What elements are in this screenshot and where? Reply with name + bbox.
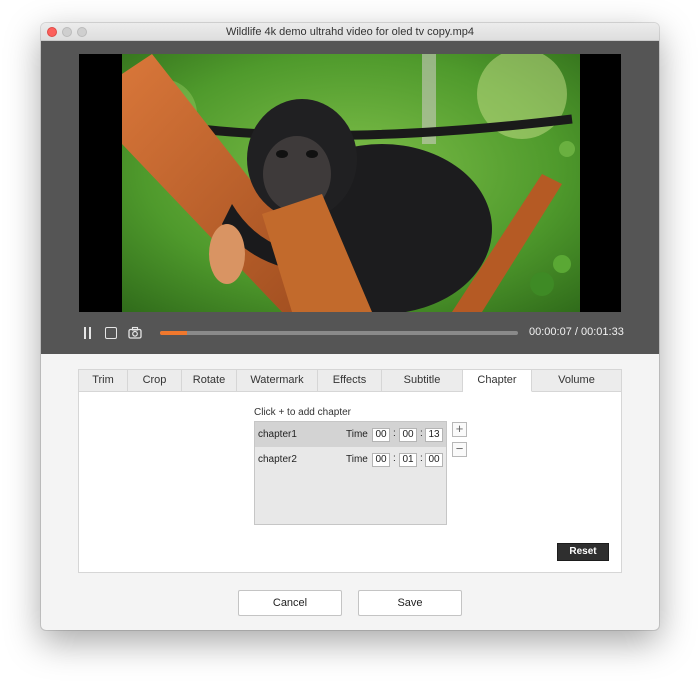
video-player: 00:00:07 / 00:01:33	[41, 41, 659, 354]
close-window-button[interactable]	[47, 27, 57, 37]
chapter-seconds-field[interactable]: 00	[425, 453, 443, 467]
chapter-minutes-field[interactable]: 01	[399, 453, 417, 467]
chapter-name: chapter1	[258, 429, 297, 440]
chapter-name: chapter2	[258, 454, 297, 465]
tab-chapter[interactable]: Chapter	[463, 370, 532, 392]
reset-button[interactable]: Reset	[557, 543, 609, 561]
window-title: Wildlife 4k demo ultrahd video for oled …	[225, 26, 475, 38]
tab-subtitle[interactable]: Subtitle	[382, 370, 463, 392]
tab-rotate[interactable]: Rotate	[182, 370, 237, 392]
tab-trim[interactable]: Trim	[79, 370, 128, 392]
add-chapter-button[interactable]: +	[452, 422, 467, 437]
chapter-row[interactable]: chapter2 Time 00 : 01 : 00	[255, 447, 446, 472]
chapter-hours-field[interactable]: 00	[372, 453, 390, 467]
progress-fill	[160, 331, 187, 335]
title-bar: Wildlife 4k demo ultrahd video for oled …	[41, 23, 659, 41]
time-label: Time	[346, 429, 368, 440]
chapter-row[interactable]: chapter1 Time 00 : 00 : 13	[255, 422, 446, 447]
camera-icon[interactable]	[128, 326, 142, 340]
zoom-window-button[interactable]	[77, 27, 87, 37]
time-label: Time	[346, 454, 368, 465]
playback-controls: 00:00:07 / 00:01:33	[41, 322, 659, 344]
chapter-seconds-field[interactable]: 13	[425, 428, 443, 442]
cancel-button[interactable]: Cancel	[238, 590, 342, 616]
time-display: 00:00:07 / 00:01:33	[529, 326, 624, 338]
save-button[interactable]: Save	[358, 590, 462, 616]
edit-panel: Trim Crop Rotate Watermark Effects Subti…	[78, 369, 622, 573]
tab-volume[interactable]: Volume	[532, 370, 621, 392]
chapter-list: chapter1 Time 00 : 00 : 13 chapter2 Time…	[254, 421, 447, 525]
editor-window: Wildlife 4k demo ultrahd video for oled …	[41, 23, 659, 630]
tab-effects[interactable]: Effects	[318, 370, 382, 392]
remove-chapter-button[interactable]: −	[452, 442, 467, 457]
chapter-hint: Click + to add chapter	[254, 407, 351, 418]
tab-watermark[interactable]: Watermark	[237, 370, 318, 392]
edit-tabs: Trim Crop Rotate Watermark Effects Subti…	[79, 370, 621, 392]
tab-crop[interactable]: Crop	[128, 370, 182, 392]
chapter-hours-field[interactable]: 00	[372, 428, 390, 442]
pause-icon[interactable]	[81, 326, 95, 340]
minimize-window-button[interactable]	[62, 27, 72, 37]
video-preview	[79, 54, 621, 312]
chapter-minutes-field[interactable]: 00	[399, 428, 417, 442]
stop-icon[interactable]	[104, 326, 118, 340]
video-frame-image	[122, 54, 580, 312]
progress-bar[interactable]	[160, 331, 518, 335]
